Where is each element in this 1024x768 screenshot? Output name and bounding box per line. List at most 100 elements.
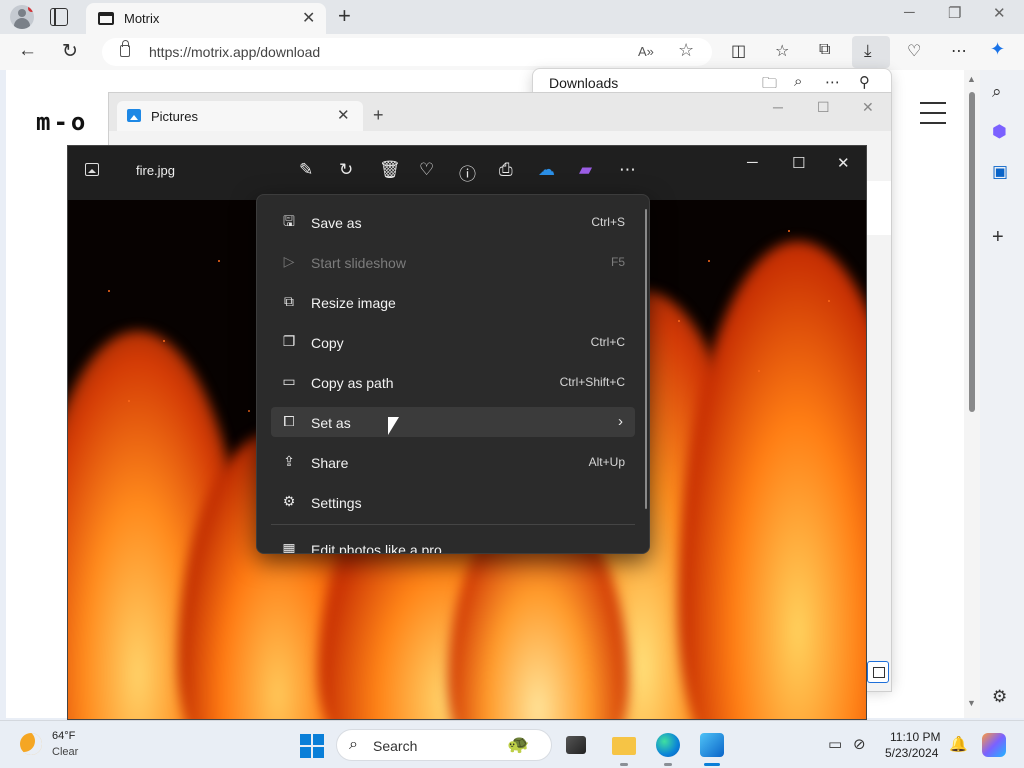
collections-icon[interactable]: ⧉	[819, 41, 830, 59]
browser-tab-bar: Motrix ✕ + ─ ❐ ✕	[0, 0, 1024, 34]
more-menu-icon[interactable]: ⋯	[951, 41, 967, 61]
photos-close-icon[interactable]: ✕	[837, 154, 850, 172]
menu-item-shortcut: F5	[610, 255, 625, 269]
profile-avatar[interactable]	[10, 5, 34, 29]
browser-tab-motrix[interactable]: Motrix ✕	[86, 3, 326, 34]
favorite-heart-icon[interactable]: ♡	[419, 160, 434, 180]
mouse-cursor-icon	[387, 416, 400, 436]
notification-bell-icon[interactable]: 🔔	[949, 735, 968, 753]
favorites-icon[interactable]: ☆	[775, 41, 789, 61]
resize-icon: ⧉	[284, 293, 294, 309]
menu-scrollbar[interactable]	[645, 209, 647, 509]
close-window-icon[interactable]: ✕	[993, 4, 1006, 22]
scroll-thumb[interactable]	[969, 92, 975, 412]
split-screen-icon[interactable]: ◫	[731, 41, 746, 61]
print-icon[interactable]: ⎙	[499, 160, 513, 180]
menu-item-settings[interactable]: ⚙ Settings	[271, 487, 635, 517]
onedrive-icon[interactable]: ☁	[538, 160, 555, 180]
menu-item-edit-photos-like-a-pro[interactable]: ▦ Edit photos like a pro	[271, 534, 635, 553]
sidebar-search-icon[interactable]: ⌕	[992, 82, 1002, 102]
photos-app-icon[interactable]	[700, 733, 724, 757]
explorer-tab-close-icon[interactable]: ✕	[337, 106, 350, 124]
menu-item-shortcut: Ctrl+C	[590, 335, 625, 349]
url-text: https://motrix.app/download	[149, 44, 321, 60]
tab-title: Motrix	[124, 11, 160, 26]
sidebar-add-icon[interactable]: +	[992, 226, 1004, 249]
tab-actions-icon[interactable]	[50, 8, 68, 26]
file-info-icon[interactable]: ⓘ	[459, 160, 476, 185]
task-view-icon[interactable]	[566, 736, 586, 754]
explorer-maximize-icon[interactable]: ☐	[817, 99, 830, 116]
explorer-view-toggle-icon[interactable]	[867, 661, 889, 683]
weather-temperature[interactable]: 64°F	[52, 730, 75, 742]
back-button[interactable]: ←	[18, 40, 37, 62]
explorer-tab-title: Pictures	[151, 109, 198, 124]
photos-maximize-icon[interactable]: ☐	[792, 154, 805, 172]
hamburger-menu-icon[interactable]	[920, 102, 946, 132]
browser-essentials-icon[interactable]: ♡	[907, 41, 921, 61]
menu-item-set-as[interactable]: ⧠ Set as ›	[271, 407, 635, 437]
menu-item-label: Resize image	[311, 295, 396, 311]
lock-icon[interactable]	[120, 40, 130, 57]
file-explorer-icon[interactable]	[612, 737, 636, 755]
menu-item-label: Share	[311, 455, 349, 471]
explorer-tab-pictures[interactable]: Pictures ✕	[117, 101, 363, 131]
clock-time[interactable]: 11:10 PM	[890, 730, 940, 744]
chevron-right-icon: ›	[618, 413, 623, 430]
explorer-minimize-icon[interactable]: ─	[773, 99, 783, 115]
motrix-logo[interactable]: m-o	[36, 108, 88, 136]
sidebar-settings-icon[interactable]: ⚙	[992, 687, 1007, 707]
photo-filename: fire.jpg	[136, 163, 176, 178]
refresh-button[interactable]: ↻	[62, 40, 78, 63]
rotate-icon[interactable]: ↻	[339, 160, 353, 180]
gallery-icon[interactable]	[85, 163, 99, 176]
menu-item-label: Copy	[311, 335, 344, 351]
copilot-icon[interactable]: ✦	[990, 39, 1005, 60]
downloads-search-icon[interactable]: ⌕	[794, 73, 802, 90]
tray-devices-icon[interactable]: ▭	[828, 735, 842, 753]
download-icon[interactable]: ⤓	[864, 41, 872, 61]
minimize-icon[interactable]: ─	[904, 4, 915, 21]
restore-icon[interactable]: ❐	[948, 4, 961, 22]
scroll-up-icon[interactable]: ▲	[967, 74, 976, 84]
menu-item-copy-as-path[interactable]: ▭ Copy as path Ctrl+Shift+C	[271, 367, 635, 397]
menu-item-resize-image[interactable]: ⧉ Resize image	[271, 287, 635, 317]
pin-icon[interactable]: ⚲	[859, 73, 870, 91]
read-aloud-icon[interactable]: A»	[638, 44, 654, 59]
edit-image-icon[interactable]: ✎	[299, 160, 313, 180]
url-input[interactable]: https://motrix.app/download A» ☆	[102, 38, 712, 66]
edge-browser-icon[interactable]	[656, 733, 680, 757]
page-scrollbar[interactable]: ▲ ▼	[964, 70, 980, 718]
copilot-taskbar-icon[interactable]	[982, 733, 1006, 757]
clock-date[interactable]: 5/23/2024	[885, 746, 938, 760]
favorite-star-icon[interactable]: ☆	[678, 40, 694, 61]
set-as-icon: ⧠	[283, 413, 295, 429]
photos-context-menu: 🖫 Save as Ctrl+S ▷ Start slideshow F5 ⧉ …	[256, 194, 650, 554]
weather-moon-icon[interactable]	[20, 733, 42, 755]
tab-close-icon[interactable]: ✕	[302, 8, 315, 28]
downloads-more-icon[interactable]: ⋯	[825, 73, 840, 91]
see-more-icon[interactable]: ⋯	[619, 160, 636, 180]
menu-item-save-as[interactable]: 🖫 Save as Ctrl+S	[271, 207, 635, 237]
start-button[interactable]	[300, 734, 324, 758]
sidebar-outlook-icon[interactable]: ▣	[992, 162, 1008, 182]
downloads-title: Downloads	[549, 75, 619, 91]
scroll-down-icon[interactable]: ▼	[967, 698, 976, 708]
explorer-new-tab-button[interactable]: +	[373, 105, 384, 126]
clipchamp-icon[interactable]: ▰	[579, 160, 592, 180]
taskbar-search-box[interactable]: ⌕ Search 🐢	[336, 729, 552, 761]
menu-item-copy[interactable]: ❐ Copy Ctrl+C	[271, 327, 635, 357]
photos-minimize-icon[interactable]: ─	[747, 154, 758, 171]
delete-icon[interactable]: 🗑	[379, 160, 401, 180]
weather-condition[interactable]: Clear	[52, 746, 78, 758]
menu-item-share[interactable]: ⇪ Share Alt+Up	[271, 447, 635, 477]
sidebar-copilot-icon[interactable]: ⬢	[992, 122, 1007, 142]
settings-icon: ⚙	[282, 493, 296, 509]
menu-item-start-slideshow: ▷ Start slideshow F5	[271, 247, 635, 277]
explorer-close-icon[interactable]: ✕	[862, 99, 874, 116]
search-label: Search	[373, 738, 418, 754]
menu-item-label: Settings	[311, 495, 362, 511]
menu-item-shortcut: Alt+Up	[588, 455, 625, 469]
new-tab-button[interactable]: +	[338, 3, 351, 29]
tray-network-icon[interactable]: ⊘	[853, 735, 866, 753]
